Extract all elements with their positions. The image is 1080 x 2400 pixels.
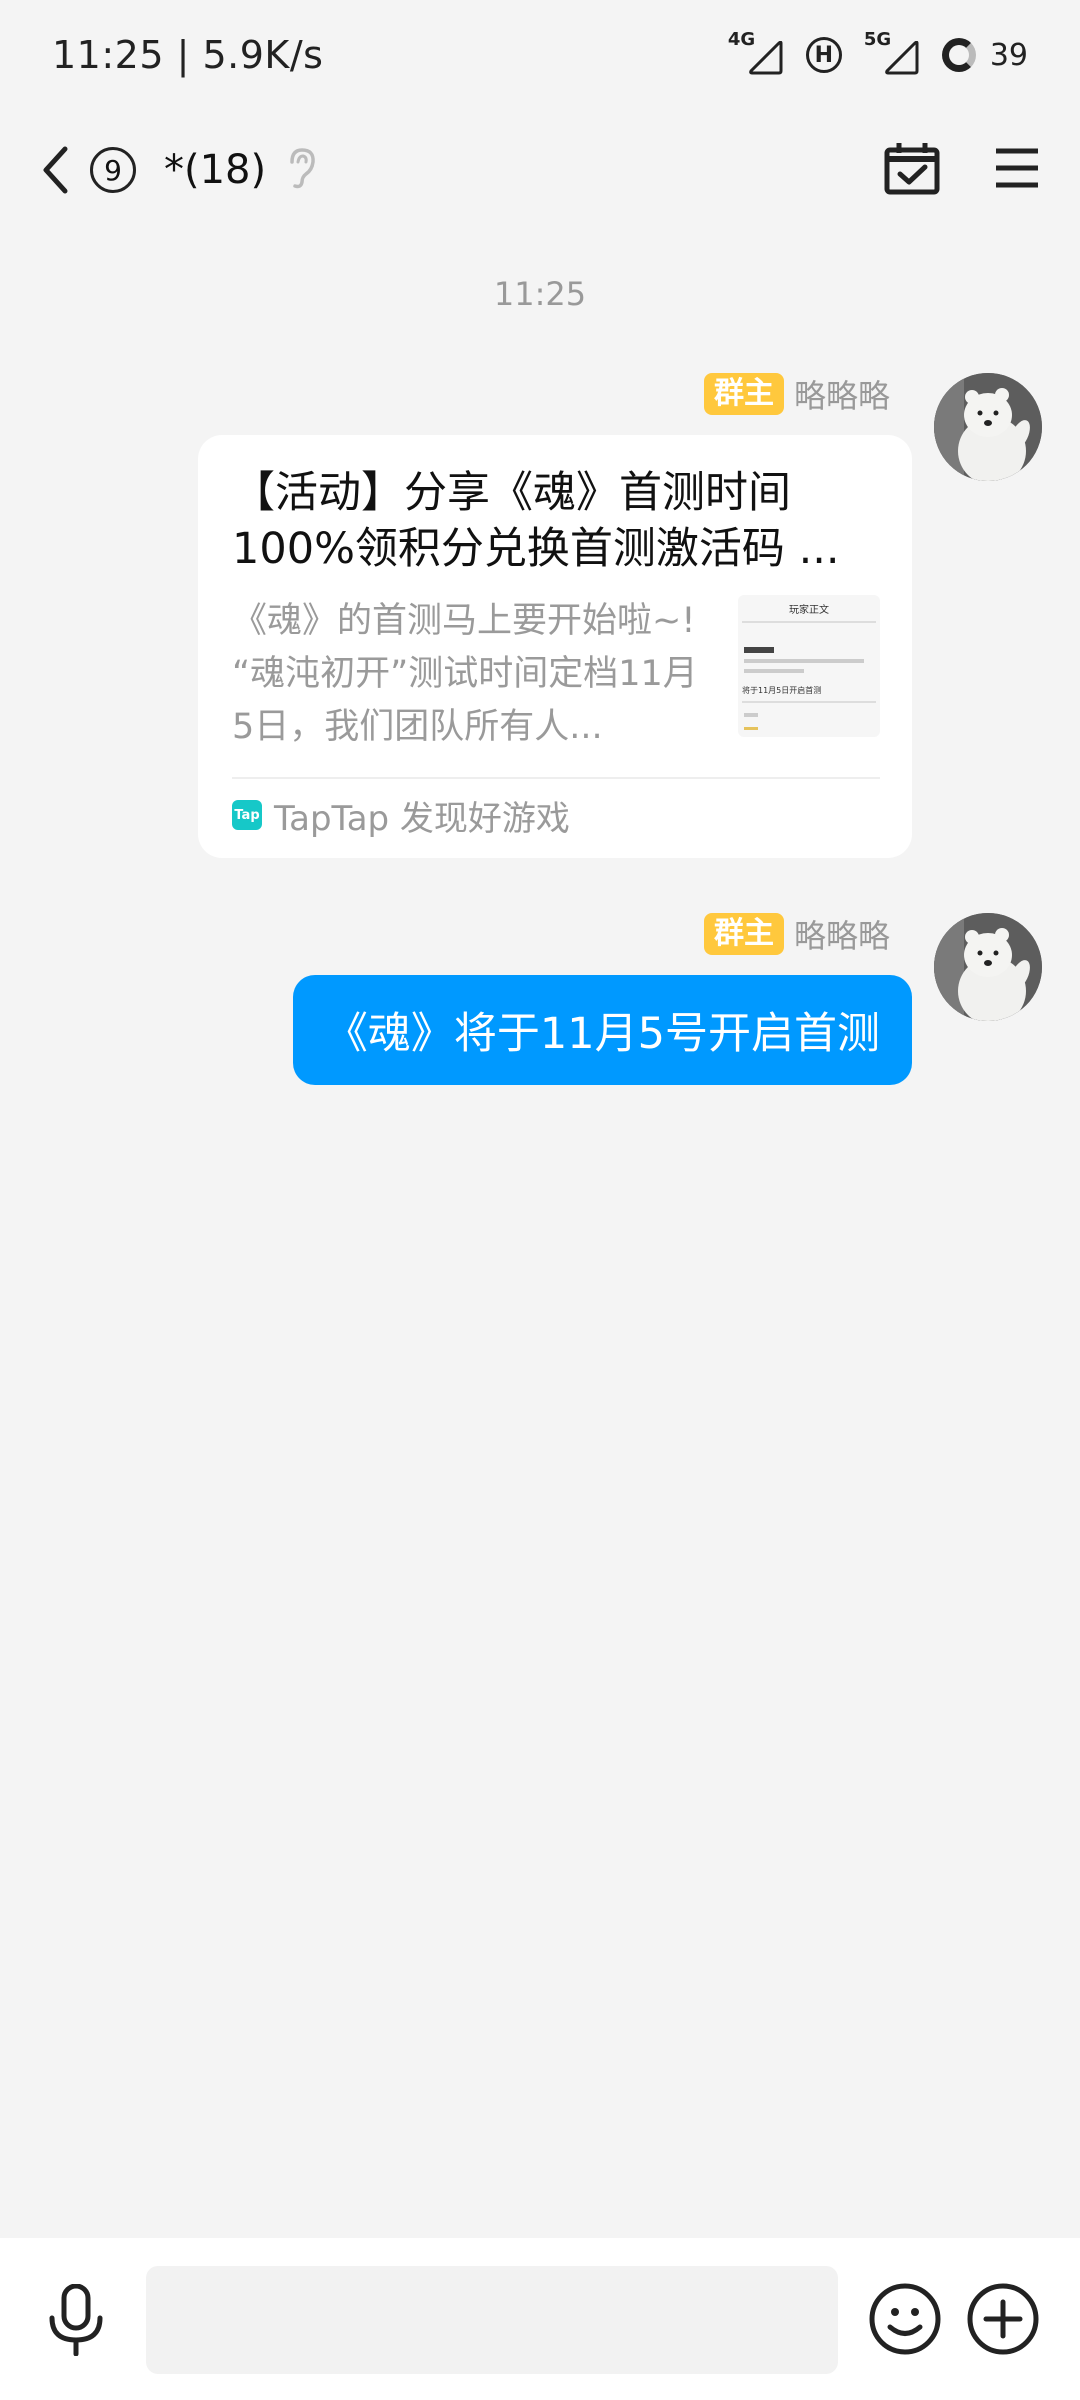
unread-count-badge[interactable]: 9	[90, 147, 136, 193]
status-bar: 11:25 | 5.9K/s 4G H 5G 39	[0, 0, 1080, 110]
card-thumbnail: 玩家正文 将于11月5日开启首测	[738, 595, 880, 737]
input-bar	[0, 2238, 1080, 2400]
signal-4g-icon: 4G	[728, 29, 784, 75]
chat-title[interactable]: *(18)	[164, 147, 266, 193]
chat-header: 9 *(18)	[0, 110, 1080, 230]
sender-name[interactable]: 略略略	[794, 911, 890, 957]
calendar-check-icon[interactable]	[884, 141, 940, 199]
text-message-bubble[interactable]: 《魂》将于11月5号开启首测	[292, 975, 912, 1085]
taptap-logo-icon: Tap	[232, 800, 262, 830]
battery-icon	[941, 38, 976, 72]
thumbnail-heading: 玩家正文	[789, 605, 829, 616]
avatar[interactable]	[934, 913, 1042, 1021]
group-owner-badge: 群主	[703, 913, 784, 955]
sender-meta: 群主 略略略	[703, 911, 890, 957]
hd-icon: H	[805, 37, 842, 73]
back-arrow-icon[interactable]	[40, 142, 80, 198]
menu-icon[interactable]	[994, 147, 1040, 193]
sender-meta: 群主 略略略	[703, 371, 890, 417]
microphone-icon[interactable]	[44, 2283, 108, 2360]
card-source: TapTap 发现好游戏	[274, 798, 570, 839]
sender-name[interactable]: 略略略	[794, 371, 890, 417]
emoji-icon[interactable]	[868, 2282, 942, 2360]
avatar[interactable]	[934, 373, 1042, 481]
card-description: 《魂》的首测马上要开始啦~! “魂沌初开”测试时间定档11月5日，我们团队所有人…	[232, 601, 698, 747]
status-icons: 4G H 5G 39	[728, 29, 1028, 75]
message-input[interactable]	[146, 2266, 838, 2374]
link-share-card[interactable]: 【活动】分享《魂》首测时间100%领积分兑换首测激活码 ... 《魂》的首测马上…	[198, 435, 912, 858]
group-owner-badge: 群主	[703, 373, 784, 415]
thumbnail-line: 将于11月5日开启首测	[742, 686, 822, 695]
battery-level: 39	[989, 37, 1028, 73]
plus-icon[interactable]	[966, 2282, 1040, 2360]
card-title: 【活动】分享《魂》首测时间100%领积分兑换首测激活码 ...	[232, 468, 840, 574]
card-footer: Tap TapTap 发现好游戏	[232, 779, 880, 851]
message-timestamp: 11:25	[493, 275, 587, 313]
status-time-speed: 11:25 | 5.9K/s	[52, 33, 324, 77]
ear-icon	[284, 146, 318, 194]
signal-5g-icon: 5G	[864, 29, 920, 75]
